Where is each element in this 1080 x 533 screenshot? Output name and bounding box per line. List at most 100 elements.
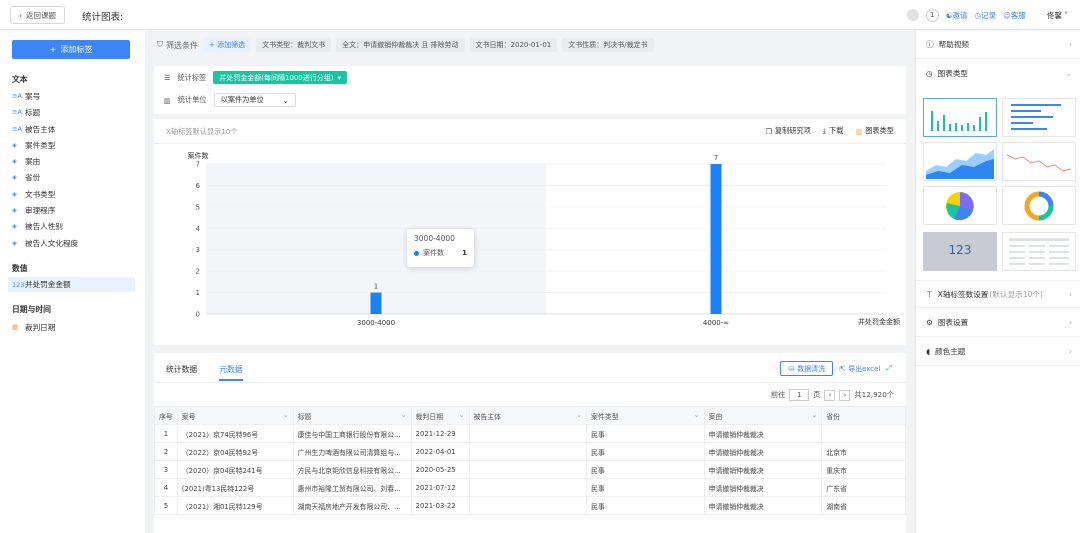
avatar[interactable] [906,9,919,21]
chevron-down-icon[interactable]: ⌄ [283,411,289,419]
filter-chip[interactable]: 文书性质：判决书/裁定书 [562,38,654,52]
column-header[interactable]: 序号 [154,406,178,425]
table-row[interactable]: 1 （2021）京74民特96号 康佳与中国工商银行股份有限公... 2021-12-… [154,424,906,443]
tooltip-value: 1 [462,249,467,257]
user-menu[interactable]: 佟馨 ˅ [1047,10,1068,21]
prev-page-button[interactable]: ‹ [824,389,836,401]
filter-chip[interactable]: 全文：申请撤销仲裁裁决 且 排除劳动 [336,38,465,52]
chart-thumb-pie[interactable] [923,186,997,225]
chart-type-button[interactable]: ▥ 图表类型 [855,126,894,136]
sidebar-item-education[interactable]: ◈ 被告人文化程度 [12,237,78,249]
add-tag-button[interactable]: + 添加标签 [12,40,130,59]
chevron-down-icon[interactable]: ⌄ [459,411,465,419]
chart-settings-item[interactable]: ⚙ 图表设置 › [916,309,1080,337]
help-video-item[interactable]: ⓘ 帮助视频 › [916,31,1080,59]
invite-button[interactable]: ☯邀请 [946,10,968,21]
sidebar-item-label: 裁判日期 [25,322,56,332]
service-button[interactable]: ☺客服 [1003,10,1026,21]
table-cell: （2022）京04民特92号 [176,442,294,461]
add-filter-button[interactable]: + 添加筛选 [203,38,252,52]
chevron-down-icon[interactable]: ⌄ [694,411,700,419]
table-cell: （2020）京04民特241号 [176,460,294,479]
expand-icon[interactable]: ⤢ [886,364,892,373]
stat-tag-dropdown[interactable]: 并处罚金金额(每间隔1000进行分组) ▾ [213,71,348,84]
y-tick-label: 4 [196,225,201,233]
sidebar-item-defendant[interactable]: ≡A 被告主体 [12,123,55,135]
history-label: 记录 [981,10,997,20]
chart-thumb-line[interactable] [1002,142,1076,181]
table-thumb-icon [1009,238,1069,265]
chart-thumb-bar[interactable] [923,98,997,137]
sidebar-item-gender[interactable]: ◈ 被告人性别 [12,220,63,232]
filter-chip[interactable]: 文书日期：2020-01-01 [469,38,558,52]
chevron-down-icon[interactable]: ⌄ [811,411,817,419]
chart-settings-label: 图表设置 [937,318,969,327]
list-icon: ☰ [164,73,171,82]
sidebar-item-province[interactable]: ◈ 省份 [12,171,40,183]
data-clean-button[interactable]: ⛁ 数据清洗 [780,361,834,376]
stat-unit-row: ▥ 统计单位 以案件为单位 ⌄ [164,93,296,107]
sidebar-item-doc-type[interactable]: ◈ 文书类型 [12,188,55,200]
chart-thumb-hbar[interactable] [1002,98,1076,137]
table-row[interactable]: 2 （2022）京04民特92号 广州生力啤酒有限公司清算组与... 2022-04-… [154,442,906,461]
tab-metadata[interactable]: 元数据 [219,364,243,381]
chevron-down-icon: ˅ [1064,10,1068,20]
chevron-down-icon[interactable]: ⌄ [401,411,407,419]
table-row[interactable]: 4 (2021)粤13民特122号 惠州市裕隆工贸有限公司、刘春... 2021-07… [154,478,906,497]
page-input[interactable]: 1 [789,389,810,401]
chart-thumb-number[interactable]: 123 [923,232,997,271]
sidebar-item-case-number[interactable]: ≡A 案号 [12,90,40,102]
section-title-datetime: 日期与时间 [12,305,51,314]
color-theme-item[interactable]: ◖ 颜色主题 › [916,338,1080,366]
table-cell [468,496,588,515]
chart-type-item[interactable]: ◷ 图表类型 ⌄ [916,59,1080,87]
notification-count[interactable]: 1 [925,8,939,22]
export-excel-button[interactable]: ⇱ 导出excel [839,364,880,374]
chevron-down-icon[interactable]: ⌄ [576,411,582,419]
tab-statistics[interactable]: 统计数据 [166,364,197,381]
next-page-button[interactable]: › [839,389,851,401]
sidebar-item-case-type[interactable]: ◈ 案件类型 [12,139,55,151]
table-cell: 民事 [586,460,705,479]
table-body: 1 （2021）京74民特96号 康佳与中国工商银行股份有限公... 2021-12-… [154,424,906,515]
chart-thumb-area[interactable] [923,142,997,181]
pager-unit-label: 页 [813,390,821,399]
column-header[interactable]: 案由 ⌄ [703,406,823,425]
table-row[interactable]: 5 （2021）湘01民特129号 湖南天福房地产开发有限公司、... 2021-03… [154,496,906,515]
stat-unit-label: 统计单位 [177,95,207,104]
sidebar-item-fine-amount[interactable]: 123 并处罚金金额 [8,277,135,292]
unit-select-value: 以案件为单位 [220,95,264,104]
sidebar-item-judgment-date[interactable]: ▦ 裁判日期 [12,321,55,333]
pie-thumb-icon [946,192,974,221]
table-panel: 统计数据 元数据 ⛁ 数据清洗 ⇱ 导出excel ⤢ 前往 1 页 ‹ › 共12… [154,353,906,533]
sidebar-item-procedure[interactable]: ◈ 审理程序 [12,204,55,216]
plus-icon: + [49,45,57,54]
column-header[interactable]: 标题 ⌄ [292,406,412,425]
table-cell: 2021-03-22 [410,496,470,515]
column-header[interactable]: 省份 [821,406,906,425]
back-button[interactable]: ‹ 返回课题 [10,6,65,24]
table-cell: 2021-12-29 [410,424,470,443]
table-row[interactable]: 3 （2020）京04民特241号 方民与北京钜欣信息科技有限公... 2020-05… [154,460,906,479]
sidebar-item-title[interactable]: ≡A 标题 [12,106,40,118]
copy-button[interactable]: ❐ 复制研究项 [765,126,810,136]
xaxis-setting-item[interactable]: ⊤ X轴标签数设置 (默认显示10个) › [916,280,1080,308]
table-cell: 重庆市 [821,460,906,479]
column-header[interactable]: 被告主体 ⌄ [468,406,588,425]
filter-chip[interactable]: 文书类型：裁判文书 [256,38,332,52]
unit-select[interactable]: 以案件为单位 ⌄ [213,93,296,107]
history-button[interactable]: ◷记录 [974,10,996,21]
column-header[interactable]: 案件类型 ⌄ [586,406,705,425]
x-tick-label: 4000-∞ [703,319,729,327]
column-header[interactable]: 案号 ⌄ [176,406,294,425]
sidebar-item-cause[interactable]: ◈ 案由 [12,155,40,167]
back-label: 返回课题 [26,10,56,20]
table-cell: 2021-07-12 [410,478,470,497]
chart-thumb-table[interactable] [1002,232,1076,271]
column-header[interactable]: 裁判日期 ⌄ [410,406,470,425]
table-cell: 5 [154,496,178,515]
data-clean-label: 数据清洗 [797,364,826,373]
download-button[interactable]: ⤓ 下载 [823,126,844,136]
layers-icon: ◈ [12,239,17,247]
chart-thumb-donut[interactable] [1002,186,1076,225]
